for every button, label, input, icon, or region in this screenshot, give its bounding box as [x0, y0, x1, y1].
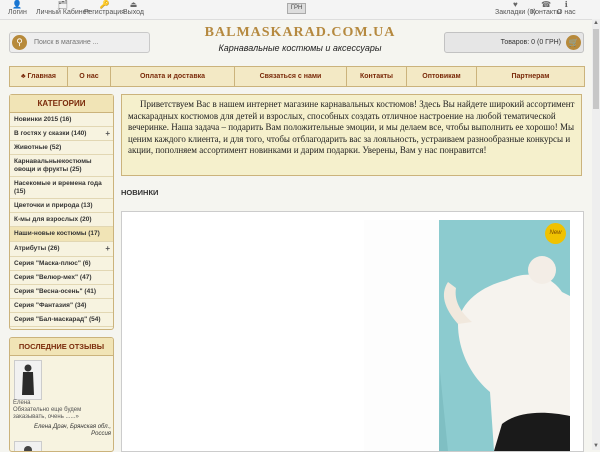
nav-item[interactable]: Связаться с нами [235, 67, 347, 86]
topbar-link[interactable]: ♥ Закладки (0) [495, 1, 536, 17]
topbar-link[interactable]: 🔑 Регистрация [84, 1, 125, 17]
main-nav: ♣ Главная О нас Оплата и доставка Связаться… [9, 66, 585, 87]
search-box: ⚲ [9, 32, 150, 53]
nav-item[interactable]: Оптовикам [407, 67, 477, 86]
scroll-thumb[interactable] [593, 29, 599, 109]
category-item[interactable]: В гостях у сказки (140) + [10, 127, 113, 141]
nav-item[interactable]: О нас [68, 67, 111, 86]
category-label: Серия "Велюр-мех" (47) [14, 273, 92, 281]
category-label: Серия "Фантазия" (34) [14, 301, 87, 309]
topbar-link[interactable]: 👤 Логин [8, 1, 27, 17]
category-item[interactable]: Цветочки и природа (13) [10, 199, 113, 213]
category-item[interactable]: Новинки 2015 (16) [10, 113, 113, 127]
cart-button[interactable]: Товаров: 0 (0 ГРН) 🛒 [444, 32, 584, 53]
category-label: Животные (52) [14, 143, 62, 151]
user-card-icon: 🗂 [57, 0, 68, 9]
review-author: Елена Драч, Брянская обл., Россия [34, 424, 111, 437]
categories-panel: КАТЕГОРИИ Новинки 2015 (16) В гостях у ск… [9, 94, 114, 330]
expand-plus-icon[interactable]: + [105, 245, 110, 253]
site-tagline: Карнавальные костюмы и аксессуары [218, 43, 382, 53]
nav-item[interactable]: Контакты [347, 67, 407, 86]
topbar-link[interactable]: 🗂 Личный Кабинет [36, 1, 90, 17]
category-label: Атрибуты (26) [14, 245, 60, 252]
heart-icon: ♥ [513, 0, 518, 9]
category-label: Серия "Весна-осень" (41) [14, 287, 96, 295]
category-label: Новинки 2015 (16) [14, 115, 72, 123]
category-item[interactable]: Серия "Маска-плюс" (6) [10, 257, 113, 271]
category-label: Цветочки и природа (13) [14, 201, 93, 209]
category-item[interactable]: Серия "Фантазия" (34) [10, 299, 113, 313]
product-card[interactable]: New [121, 211, 584, 452]
topbar-link-label: Личный Кабинет [36, 9, 90, 16]
review-name: Елена [13, 400, 31, 406]
category-item[interactable]: Карнавальныекостюмы овощи и фрукты (25) [10, 155, 113, 177]
new-badge: New [545, 223, 566, 244]
search-icon[interactable]: ⚲ [12, 35, 27, 50]
reviews-title: ПОСЛЕДНИЕ ОТЗЫВЫ [10, 338, 113, 356]
category-item[interactable]: Насекомые и времена года (15) [10, 177, 113, 199]
topbar-link-label: О нас [557, 9, 576, 16]
category-label: Серия "Бал-маскарад" (54) [14, 315, 101, 323]
topbar-link-label: Логин [8, 9, 27, 16]
category-label: Карнавальныекостюмы овощи и фрукты (25) [14, 157, 92, 173]
page-scrollbar[interactable]: ▲ ▼ [592, 19, 600, 450]
info-icon: ℹ [564, 0, 568, 9]
nav-item[interactable]: Оплата и доставка [111, 67, 235, 86]
nav-item[interactable]: ♣ Главная [10, 67, 68, 86]
category-item[interactable]: Серия "Велюр-мех" (47) [10, 271, 113, 285]
category-label: Серия "Маска-плюс" (6) [14, 259, 91, 267]
user-icon: 👤 [12, 0, 23, 9]
topbar-link-label: Регистрация [84, 9, 125, 16]
latest-reviews-panel: ПОСЛЕДНИЕ ОТЗЫВЫ Елена Обязательно еще б… [9, 337, 114, 452]
currency-selector[interactable]: ГРН [287, 3, 306, 14]
product-image[interactable] [122, 212, 583, 451]
scroll-down-icon[interactable]: ▼ [592, 442, 600, 450]
category-label: Наши-новые костюмы (17) [14, 230, 100, 237]
category-item[interactable]: Серия "Весна-осень" (41) [10, 285, 113, 299]
search-input[interactable] [34, 33, 144, 52]
scroll-up-icon[interactable]: ▲ [592, 19, 600, 27]
exit-icon: ⏏ [129, 0, 138, 9]
category-item[interactable]: Серия "Бал-маскарад" (54) [10, 313, 113, 327]
cart-summary: Товаров: 0 (0 ГРН) [500, 39, 561, 46]
category-label: В гостях у сказки (140) [14, 129, 87, 137]
topbar-link-label: Выход [123, 9, 144, 16]
expand-plus-icon[interactable]: + [105, 129, 110, 138]
top-bar: 👤 Логин 🗂 Личный Кабинет 🔑 Регистрация ⏏ Выход … [0, 0, 600, 20]
review-product-image-2[interactable] [14, 441, 42, 451]
category-label: К-мы для взрослых (20) [14, 215, 92, 223]
key-icon: 🔑 [99, 0, 110, 9]
review-product-image[interactable] [14, 360, 42, 400]
category-item[interactable]: Наши-новые костюмы (17) [10, 227, 113, 242]
welcome-text: Приветствуем Вас в нашем интернет магази… [121, 94, 582, 176]
nav-item[interactable]: Партнерам [477, 67, 584, 86]
categories-title: КАТЕГОРИИ [10, 95, 113, 113]
category-item[interactable]: Атрибуты (26) + [10, 242, 113, 257]
category-item[interactable]: Животные (52) [10, 141, 113, 155]
topbar-link[interactable]: ⏏ Выход [123, 1, 144, 17]
topbar-link-label: Закладки (0) [495, 9, 536, 16]
cart-icon: 🛒 [566, 35, 581, 50]
site-logo[interactable]: BALMASKARAD.COM.UA [200, 24, 400, 42]
topbar-link[interactable]: ℹО нас [557, 1, 576, 17]
new-products-title: НОВИНКИ [121, 188, 159, 197]
category-item[interactable]: К-мы для взрослых (20) [10, 213, 113, 227]
category-label: Насекомые и времена года (15) [14, 179, 102, 195]
review-text[interactable]: Обязательно еще будем заказывать, очень … [13, 407, 111, 421]
